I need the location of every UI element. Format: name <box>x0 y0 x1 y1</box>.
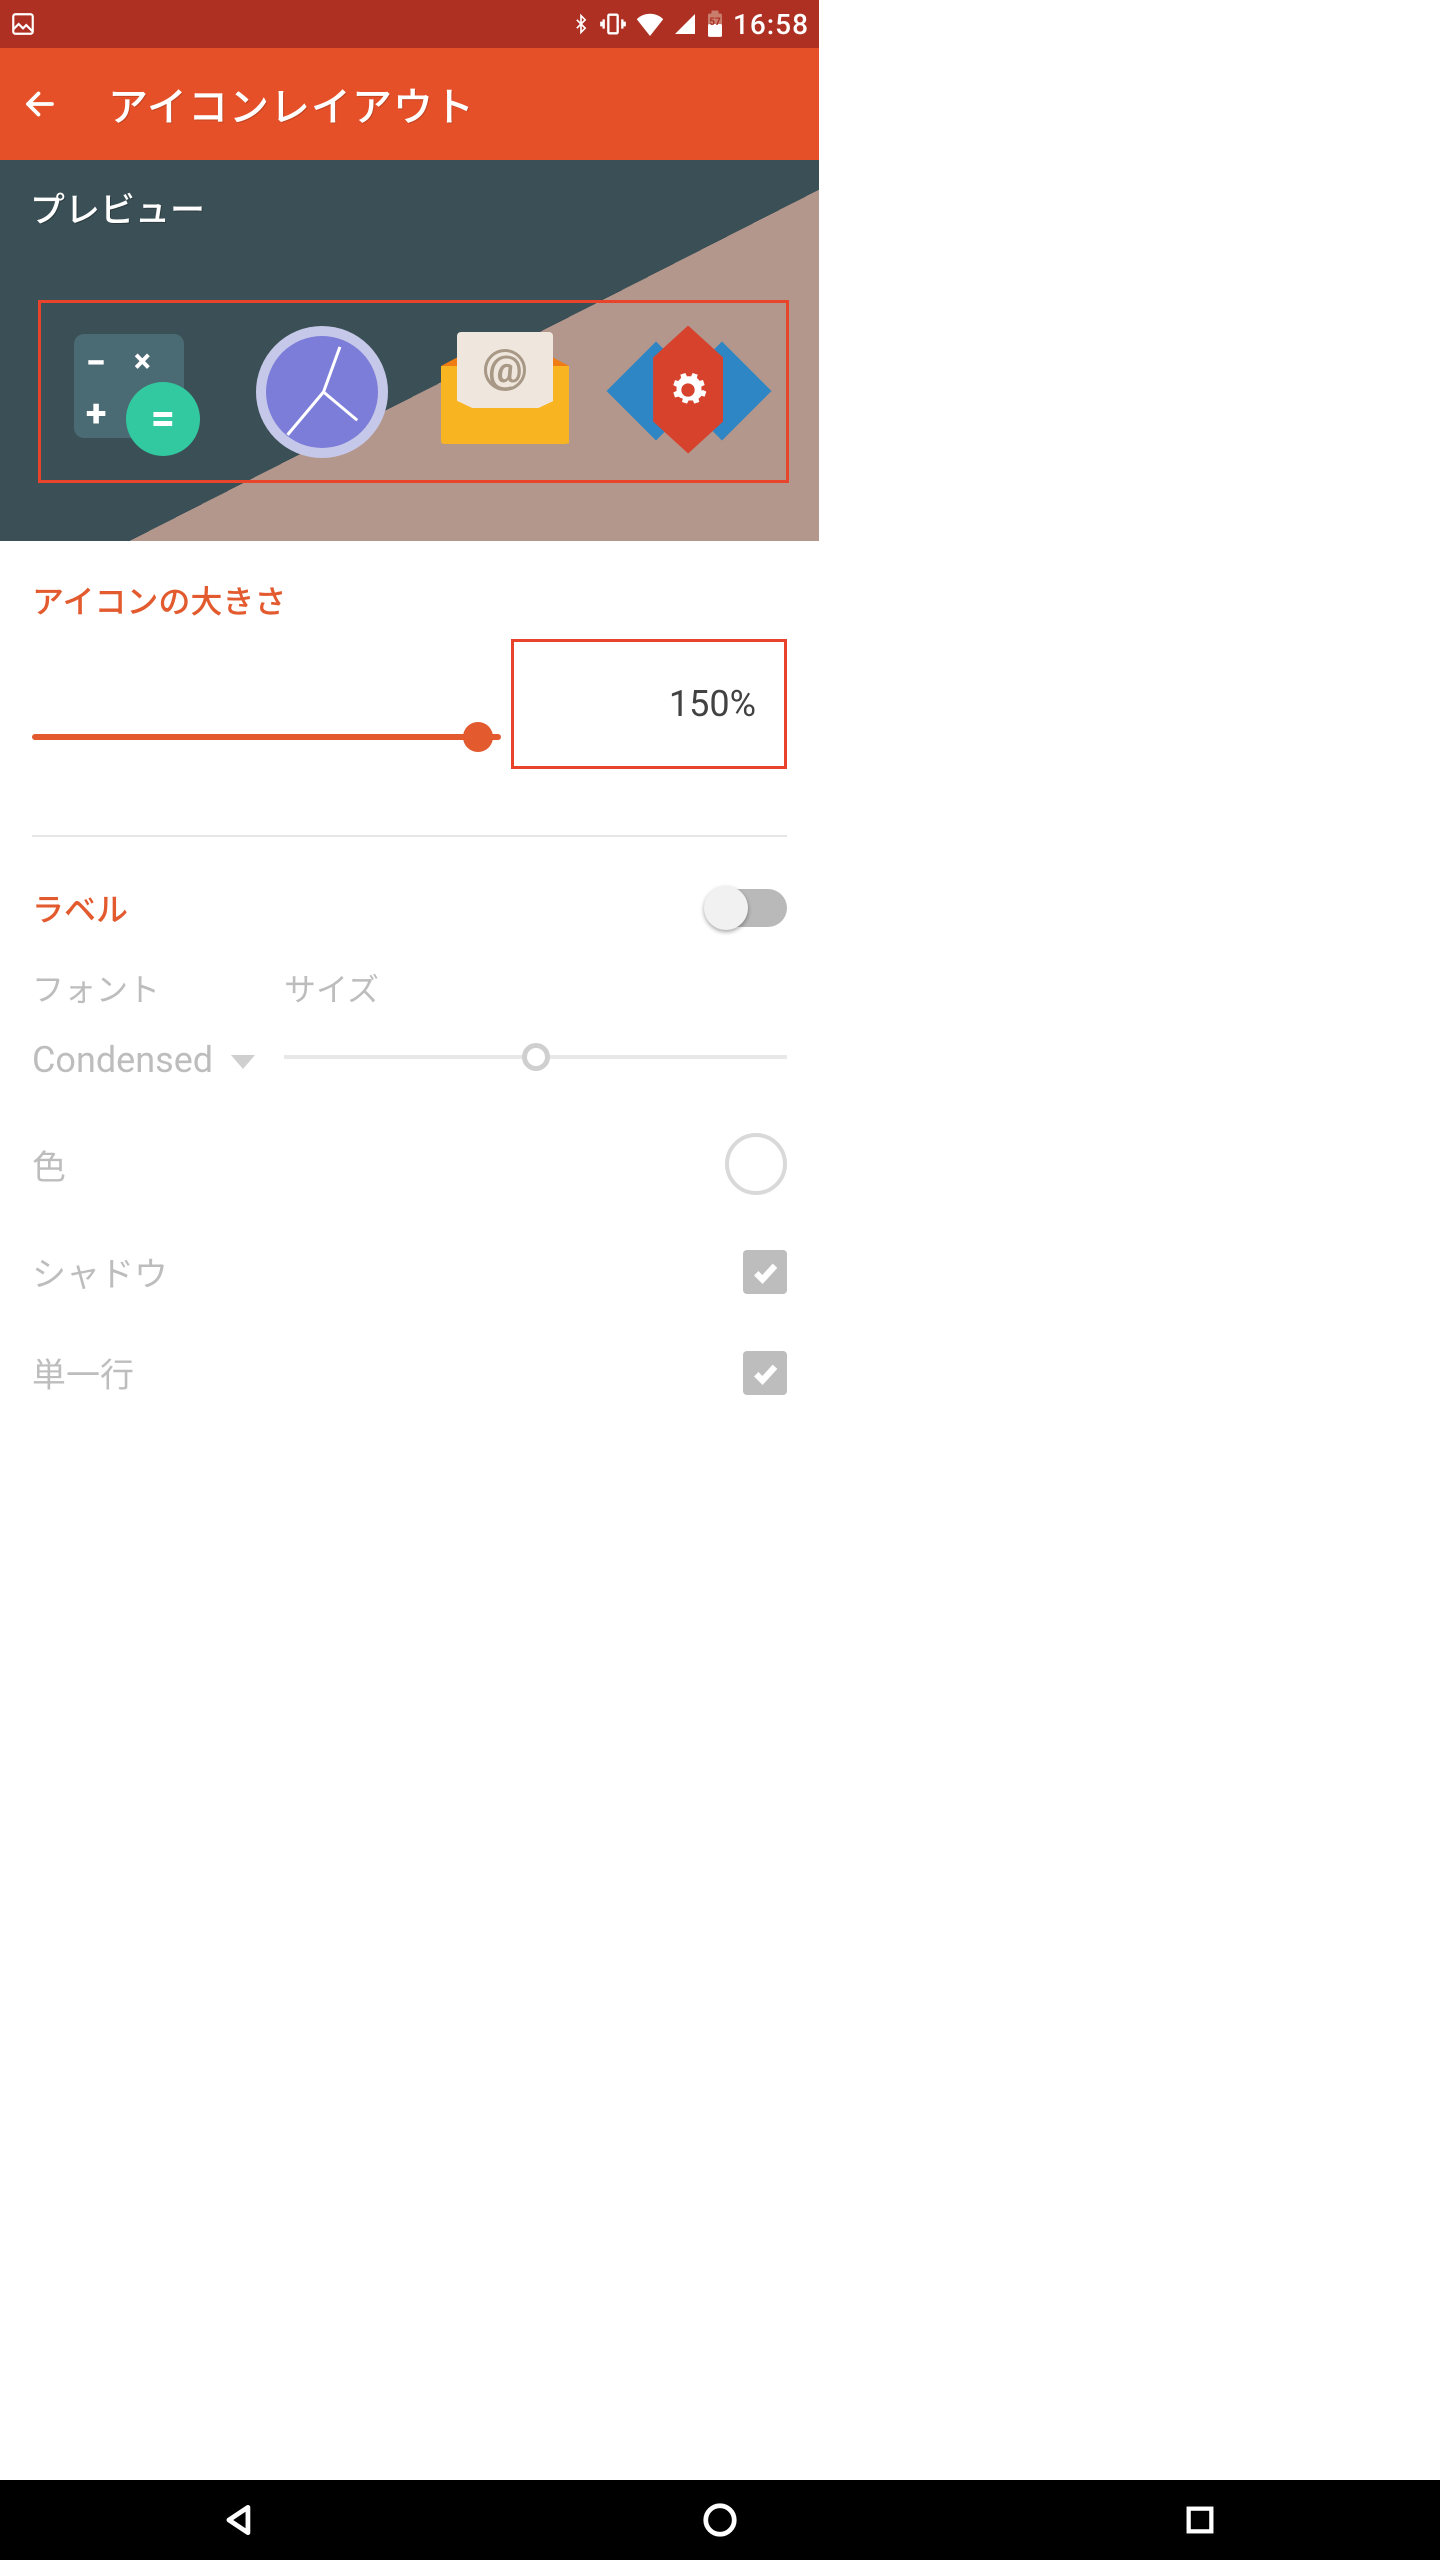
single-line-row[interactable]: 単一行 <box>32 1348 787 1397</box>
status-bar: 57 16:58 <box>0 0 819 48</box>
divider <box>32 835 787 837</box>
label-size-slider[interactable] <box>284 1055 787 1059</box>
icon-size-title: アイコンの大きさ <box>32 541 787 623</box>
check-icon <box>750 1358 780 1388</box>
color-row[interactable]: 色 <box>32 1133 787 1195</box>
action-bar: アイコンレイアウト <box>0 48 819 160</box>
color-label: 色 <box>32 1140 725 1189</box>
icon-size-slider-thumb[interactable] <box>463 722 493 752</box>
preview-panel: プレビュー −×+ = @ <box>0 160 819 541</box>
triangle-back-icon <box>221 2501 259 2539</box>
font-dropdown[interactable]: Condensed <box>32 1039 252 1081</box>
bluetooth-icon <box>571 10 591 38</box>
label-size-label: サイズ <box>284 965 787 1011</box>
nav-home-button[interactable] <box>697 2497 743 2543</box>
app-icon-calculator: −×+ = <box>68 322 208 462</box>
shadow-label: シャドウ <box>32 1247 743 1296</box>
shadow-checkbox[interactable] <box>743 1250 787 1294</box>
icon-size-value: 150% <box>511 639 787 769</box>
navigation-bar <box>0 2480 1440 2560</box>
app-icon-clock <box>252 322 392 462</box>
font-label: フォント <box>32 965 252 1011</box>
battery-level-label: 57 <box>705 17 725 28</box>
icon-size-slider[interactable] <box>32 734 501 740</box>
icon-size-row: 150% <box>32 649 787 811</box>
vibrate-icon <box>599 10 627 38</box>
single-line-label: 単一行 <box>32 1348 743 1397</box>
labels-toggle[interactable] <box>707 889 787 927</box>
chevron-down-icon <box>231 1055 255 1069</box>
arrow-left-icon <box>22 86 58 122</box>
shadow-row[interactable]: シャドウ <box>32 1247 787 1296</box>
picture-icon <box>10 11 36 37</box>
square-recent-icon <box>1183 2503 1217 2537</box>
clock-label: 16:58 <box>733 8 809 41</box>
check-icon <box>750 1257 780 1287</box>
labels-title: ラベル <box>32 885 707 931</box>
nav-back-button[interactable] <box>217 2497 263 2543</box>
gear-icon <box>668 370 708 410</box>
single-line-checkbox[interactable] <box>743 1351 787 1395</box>
color-swatch[interactable] <box>725 1133 787 1195</box>
font-dropdown-value: Condensed <box>32 1039 213 1081</box>
settings-panel: アイコンの大きさ 150% ラベル フォント Condensed サイズ <box>0 541 819 1397</box>
back-button[interactable] <box>16 80 64 128</box>
preview-label: プレビュー <box>0 160 819 255</box>
app-icon-nova-settings <box>619 322 759 462</box>
labels-toggle-knob <box>704 886 748 930</box>
app-icon-email: @ <box>435 322 575 462</box>
signal-icon <box>673 12 697 36</box>
battery-icon: 57 <box>705 10 725 38</box>
preview-icon-row: −×+ = @ <box>38 300 789 483</box>
label-size-slider-thumb[interactable] <box>522 1043 550 1071</box>
page-title: アイコンレイアウト <box>108 75 475 133</box>
nav-recent-button[interactable] <box>1177 2497 1223 2543</box>
wifi-icon <box>635 12 665 36</box>
circle-home-icon <box>701 2501 739 2539</box>
